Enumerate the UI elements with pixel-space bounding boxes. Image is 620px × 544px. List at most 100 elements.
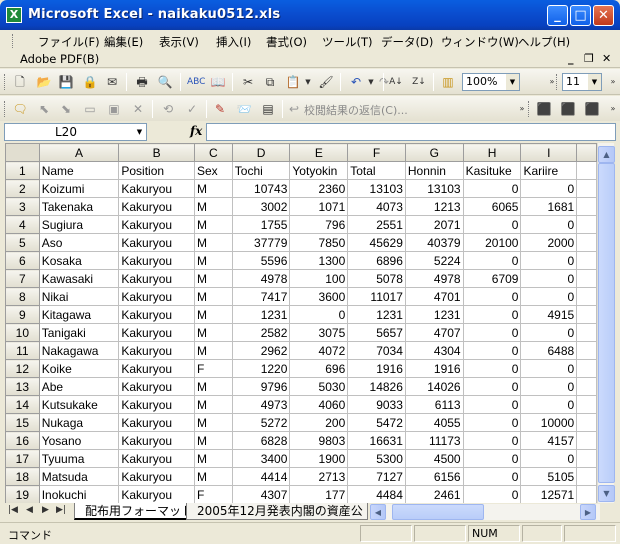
cell[interactable]	[576, 197, 597, 216]
cell[interactable]: Kakuryou	[118, 215, 195, 234]
cell[interactable]: Yosano	[38, 431, 120, 450]
paste-icon[interactable]: 📋	[285, 74, 301, 90]
cell[interactable]: 4304	[404, 341, 464, 360]
cell[interactable]: 0	[462, 305, 522, 324]
cell[interactable]: 5030	[289, 377, 349, 396]
title-bar[interactable]: X Microsoft Excel - naikaku0512.xls _ □ …	[0, 0, 620, 30]
cell[interactable]	[576, 377, 597, 396]
cell[interactable]: 6488	[520, 341, 578, 360]
sheet-tab[interactable]: 2005年12月発表内閣の資産公	[186, 503, 368, 520]
cell[interactable]	[576, 251, 597, 270]
horizontal-scroll-thumb[interactable]	[392, 504, 484, 520]
cell[interactable]: Nikai	[38, 287, 120, 306]
cell[interactable]: 6709	[462, 269, 522, 288]
send-for-review-icon[interactable]: 📨	[236, 101, 252, 117]
cell[interactable]: 6896	[347, 251, 406, 270]
cell[interactable]	[576, 233, 597, 252]
cell[interactable]: Kakuryou	[118, 197, 195, 216]
cell[interactable]	[576, 395, 597, 414]
cell[interactable]: 1071	[289, 197, 349, 216]
cell[interactable]: 3600	[289, 287, 349, 306]
select-all-button[interactable]	[5, 143, 40, 162]
reply-with-changes-button[interactable]: 校閲結果の返信(C)...	[304, 102, 408, 118]
cell[interactable]: Kakuryou	[118, 305, 195, 324]
cell[interactable]: 6156	[404, 467, 464, 486]
cell[interactable]: Nakagawa	[38, 341, 120, 360]
open-icon[interactable]: 📂	[36, 74, 52, 90]
cell[interactable]: 7034	[347, 341, 406, 360]
previous-sheet-icon[interactable]: ◀	[26, 505, 33, 515]
row-header[interactable]: 2	[5, 179, 40, 198]
row-header[interactable]: 19	[5, 485, 40, 503]
cell[interactable]: 4072	[289, 341, 349, 360]
cell[interactable]: 6113	[404, 395, 464, 414]
last-sheet-icon[interactable]: ▶|	[56, 505, 66, 515]
cell[interactable]: 7127	[347, 467, 406, 486]
permission-icon[interactable]: 🔒	[82, 74, 98, 90]
cell[interactable]: 0	[462, 341, 522, 360]
cell[interactable]	[576, 341, 597, 360]
cell[interactable]: 1220	[231, 359, 291, 378]
cell[interactable]: Matsuda	[38, 467, 120, 486]
cell[interactable]: 4060	[289, 395, 349, 414]
cell[interactable]: Koizumi	[38, 179, 120, 198]
cell[interactable]: 5272	[231, 413, 291, 432]
show-comment-icon[interactable]: ▭	[82, 101, 98, 117]
cell[interactable]	[576, 359, 597, 378]
cell[interactable]: Kosaka	[38, 251, 120, 270]
cell[interactable]: Kakuryou	[118, 251, 195, 270]
worksheet-grid[interactable]: A B C D E F G H I 1 Name Position Sex Tochi Y…	[5, 143, 597, 503]
close-button[interactable]: ✕	[593, 5, 614, 26]
cell[interactable]: 13103	[404, 179, 464, 198]
first-sheet-icon[interactable]: |◀	[8, 505, 18, 515]
cell[interactable]: Inokuchi	[38, 485, 120, 503]
cell[interactable]: 2071	[404, 215, 464, 234]
cell[interactable]: 4707	[404, 323, 464, 342]
cell[interactable]: M	[194, 467, 233, 486]
toolbar-grip[interactable]	[4, 74, 7, 90]
row-header[interactable]: 12	[5, 359, 40, 378]
cell[interactable]: Nukaga	[38, 413, 120, 432]
row-header[interactable]: 14	[5, 395, 40, 414]
cell[interactable]: 2962	[231, 341, 291, 360]
menu-tools[interactable]: ツール(T)	[322, 34, 373, 50]
row-header[interactable]: 4	[5, 215, 40, 234]
sort-ascending-icon[interactable]: A↓	[388, 74, 404, 90]
row-header[interactable]: 17	[5, 449, 40, 468]
column-header[interactable]: F	[347, 143, 406, 162]
cell[interactable]: 0	[462, 215, 522, 234]
cell[interactable]: 177	[289, 485, 349, 503]
cell[interactable]: 7417	[231, 287, 291, 306]
cell[interactable]: 11017	[347, 287, 406, 306]
cell[interactable]: 5105	[520, 467, 578, 486]
cell[interactable]: 0	[462, 395, 522, 414]
cell[interactable]: 5224	[404, 251, 464, 270]
cell[interactable]: 4915	[520, 305, 578, 324]
row-header[interactable]: 11	[5, 341, 40, 360]
cell[interactable]: Sugiura	[38, 215, 120, 234]
menu-format[interactable]: 書式(O)	[266, 34, 307, 50]
cell[interactable]: M	[194, 431, 233, 450]
formula-input[interactable]	[206, 123, 616, 141]
cell[interactable]: Kariire	[520, 161, 578, 180]
cell[interactable]: 9803	[289, 431, 349, 450]
cell[interactable]: 14826	[347, 377, 406, 396]
cell[interactable]	[576, 467, 597, 486]
cell[interactable]: Kakuryou	[118, 449, 195, 468]
cell[interactable]	[576, 449, 597, 468]
column-header[interactable]: C	[194, 143, 233, 162]
cell[interactable]: 4701	[404, 287, 464, 306]
cell[interactable]: 2713	[289, 467, 349, 486]
cell[interactable]: M	[194, 215, 233, 234]
reply-icon[interactable]: ↩	[286, 101, 302, 117]
cell[interactable]: Position	[118, 161, 195, 180]
research-icon[interactable]: 📖	[210, 74, 226, 90]
cell[interactable]: 13103	[347, 179, 406, 198]
cell[interactable]: 0	[520, 359, 578, 378]
cell[interactable]	[576, 269, 597, 288]
cell[interactable]: 4973	[231, 395, 291, 414]
cell[interactable]: 1231	[347, 305, 406, 324]
scroll-up-button[interactable]: ▲	[598, 146, 615, 163]
save-icon[interactable]: 💾	[58, 74, 74, 90]
cell[interactable]: 0	[462, 323, 522, 342]
